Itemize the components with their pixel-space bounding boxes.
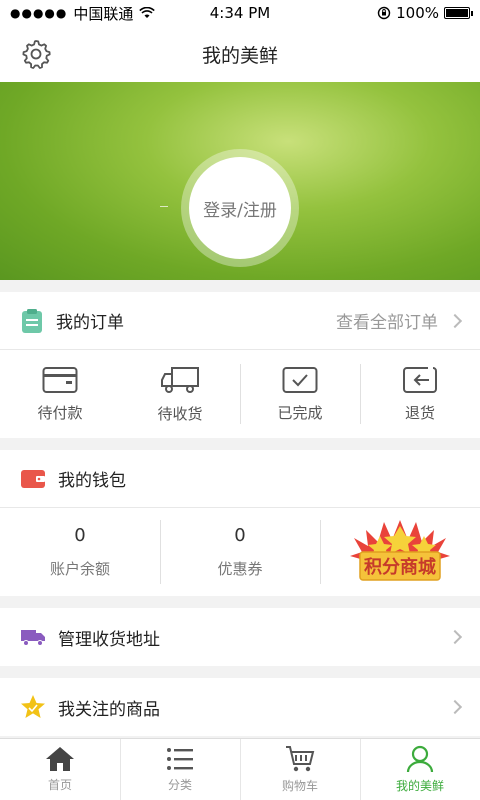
- coupons-label: 优惠券: [217, 560, 263, 578]
- check-box-icon: [282, 366, 318, 393]
- view-all-orders-label: 查看全部订单: [336, 313, 438, 333]
- order-return-label: 退货: [404, 403, 435, 422]
- account-balance-label: 账户余额: [49, 560, 110, 578]
- tab-home-label: 首页: [47, 778, 72, 792]
- tab-bar: 首页 分类 购物车 我的美鲜: [0, 738, 480, 800]
- return-icon: [403, 366, 437, 393]
- coupons-value: 0: [234, 525, 246, 546]
- manage-address-chevron: [438, 629, 463, 645]
- user-icon: [406, 745, 434, 773]
- favorites-label: 我关注的商品: [58, 699, 160, 720]
- truck-purple-icon: [21, 630, 45, 646]
- list-icon: [167, 748, 193, 770]
- login-button[interactable]: 登录/注册: [189, 157, 291, 259]
- wallet-icon: [42, 366, 78, 393]
- order-pending-payment[interactable]: 待付款: [0, 350, 120, 438]
- star-icon: [21, 695, 45, 718]
- tab-category-label: 分类: [167, 778, 192, 792]
- clock: 4:34 PM: [209, 4, 271, 22]
- truck-icon: [161, 366, 199, 393]
- status-bar: ●●●●● 中国联通 4:34 PM 100%: [0, 0, 480, 26]
- order-pending-receipt-label: 待收货: [157, 404, 203, 423]
- order-status-grid: 待付款 待收货 已完成 退货: [0, 350, 480, 438]
- wallet-grid: 0 账户余额 0 优惠券 积分商城: [0, 508, 480, 596]
- wallet-title: 我的钱包: [58, 471, 126, 491]
- manage-address-label: 管理收货地址: [58, 629, 160, 650]
- page-title: 我的美鲜: [201, 44, 278, 67]
- favorites-section: 我关注的商品: [0, 678, 480, 736]
- orders-title: 我的订单: [56, 313, 124, 333]
- account-balance-value: 0: [74, 525, 86, 546]
- account-balance[interactable]: 0 账户余额: [0, 508, 160, 596]
- battery-icon: [444, 7, 473, 19]
- points-mall-button[interactable]: 积分商城: [320, 508, 480, 596]
- gear-icon[interactable]: [20, 38, 52, 70]
- favorites-row[interactable]: 我关注的商品: [0, 678, 480, 736]
- favorites-chevron: [438, 699, 463, 715]
- orders-header[interactable]: 我的订单 查看全部订单: [0, 292, 480, 350]
- view-all-orders-link[interactable]: 查看全部订单: [336, 308, 463, 333]
- order-completed-label: 已完成: [277, 403, 323, 422]
- chevron-right-icon: [447, 699, 463, 715]
- order-pending-receipt[interactable]: 待收货: [120, 350, 240, 438]
- chevron-right-icon: [447, 313, 463, 328]
- points-mall-label: 积分商城: [364, 556, 436, 578]
- order-completed[interactable]: 已完成: [240, 350, 360, 438]
- home-icon: [46, 747, 74, 771]
- profile-banner: 登录/注册: [0, 82, 480, 280]
- wallet-header[interactable]: 我的钱包: [0, 450, 480, 508]
- tab-profile[interactable]: 我的美鲜: [360, 739, 480, 800]
- coupons[interactable]: 0 优惠券: [160, 508, 320, 596]
- clipboard-icon: [22, 308, 42, 333]
- cart-icon: [286, 746, 315, 772]
- tab-home[interactable]: 首页: [0, 739, 120, 800]
- wallet-section: 我的钱包 0 账户余额 0 优惠券 积分商城: [0, 450, 480, 596]
- nav-bar: 我的美鲜: [0, 26, 480, 82]
- tab-cart[interactable]: 购物车: [240, 739, 360, 800]
- order-pending-payment-label: 待付款: [37, 403, 83, 422]
- address-section: 管理收货地址: [0, 608, 480, 666]
- orders-section: 我的订单 查看全部订单 待付款 待收货 已完成 退货: [0, 292, 480, 438]
- wallet-red-icon: [21, 469, 45, 488]
- tab-profile-label: 我的美鲜: [395, 779, 444, 793]
- tab-category[interactable]: 分类: [120, 739, 240, 800]
- points-mall-badge: 积分商城: [350, 520, 450, 581]
- chevron-right-icon: [447, 629, 463, 645]
- order-return[interactable]: 退货: [360, 350, 480, 438]
- manage-address-row[interactable]: 管理收货地址: [0, 608, 480, 666]
- tab-cart-label: 购物车: [281, 779, 318, 793]
- banner-dash: [160, 206, 168, 207]
